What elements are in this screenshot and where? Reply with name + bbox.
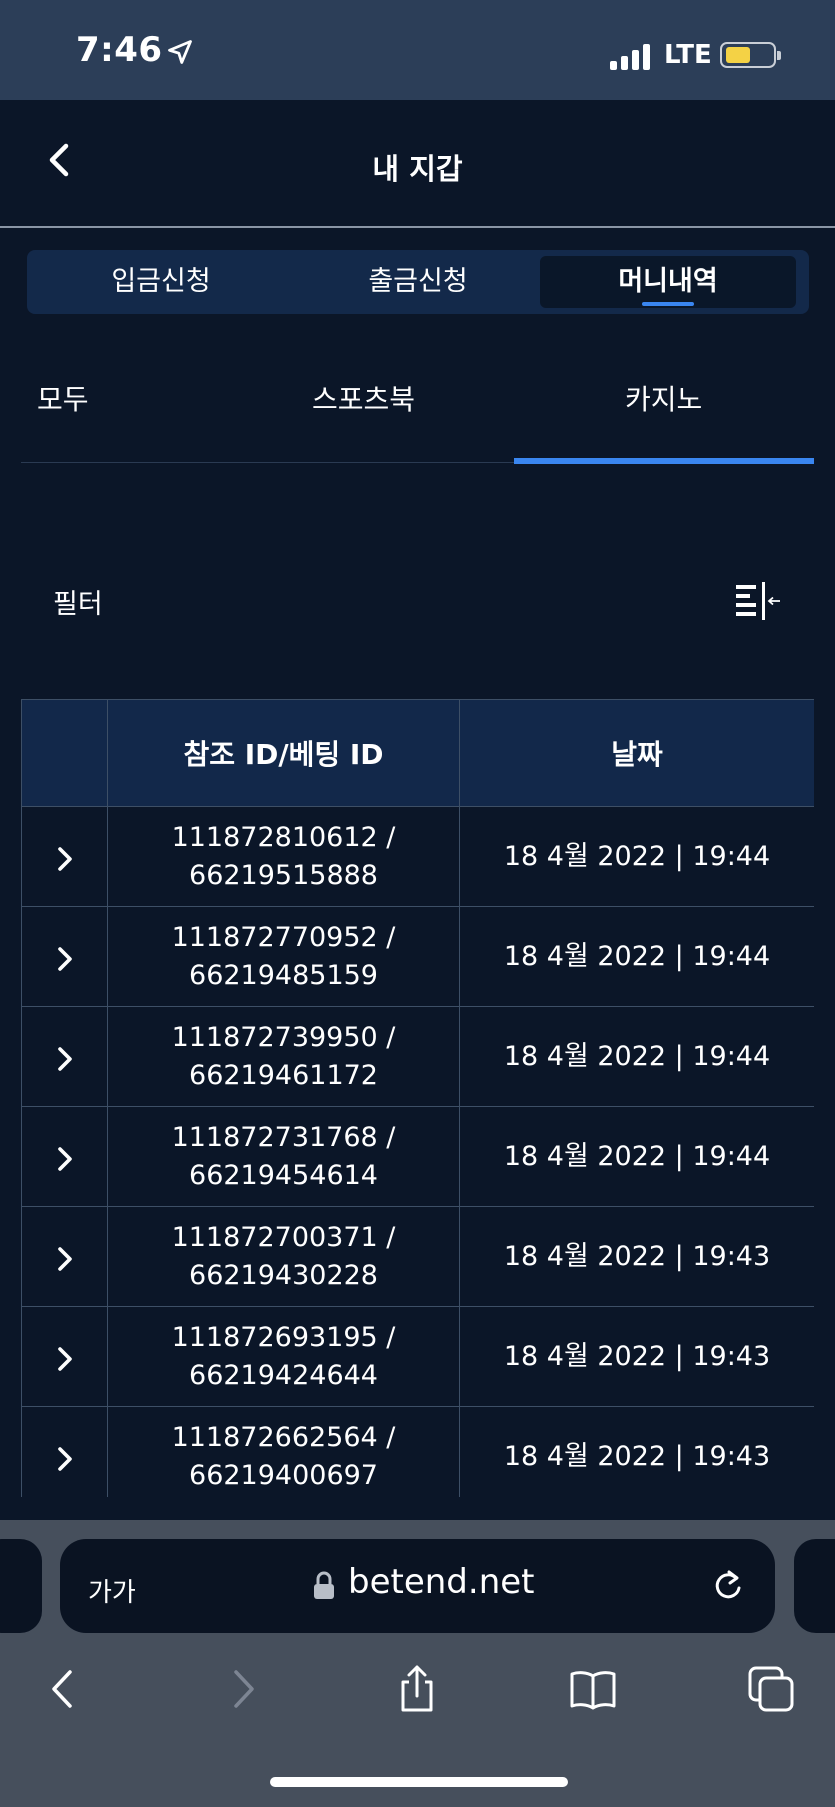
tab-label: 출금신청 <box>368 266 468 297</box>
ref-bet-id-cell: 111872739950 / 66219461172 <box>107 1006 460 1107</box>
ref-bet-id-cell: 111872700371 / 66219430228 <box>107 1206 460 1307</box>
signal-icon <box>610 42 654 70</box>
header-date: 날짜 <box>459 699 814 807</box>
header-divider <box>0 226 835 228</box>
page-title: 내 지갑 <box>372 152 463 186</box>
ref-id: 111872810612 / <box>171 821 396 853</box>
date-cell: 18 4월 2022 | 19:44 <box>459 806 814 907</box>
bet-id: 66219461172 <box>189 1059 378 1091</box>
subtab-sportsbook[interactable]: 스포츠북 <box>312 370 415 462</box>
expand-cell[interactable] <box>21 1206 108 1307</box>
subtab-all[interactable]: 모두 <box>37 370 89 462</box>
share-icon[interactable] <box>392 1664 442 1714</box>
filter-collapse-icon[interactable] <box>734 582 784 622</box>
date-cell: 18 4월 2022 | 19:43 <box>459 1206 814 1307</box>
wallet-segment-control: 입금신청 출금신청 머니내역 <box>27 250 809 314</box>
header-ref-bet-id: 참조 ID/베팅 ID <box>107 699 460 807</box>
table-row[interactable]: 111872662564 / 66219400697 18 4월 2022 | 1… <box>21 1406 814 1497</box>
expand-cell[interactable] <box>21 1406 108 1497</box>
active-subtab-indicator <box>514 458 814 464</box>
category-tabs: 모두 스포츠북 카지노 <box>21 370 814 464</box>
bet-id: 66219485159 <box>189 959 378 991</box>
ref-id: 111872693195 / <box>171 1321 396 1353</box>
table-row[interactable]: 111872739950 / 66219461172 18 4월 2022 | 1… <box>21 1006 814 1107</box>
chevron-right-icon[interactable] <box>52 843 78 875</box>
subtab-casino[interactable]: 카지노 <box>625 370 702 462</box>
expand-cell[interactable] <box>21 1106 108 1207</box>
ref-bet-id-cell: 111872810612 / 66219515888 <box>107 806 460 907</box>
tabs-icon[interactable] <box>746 1664 796 1714</box>
battery-icon <box>720 42 781 68</box>
active-tab-indicator <box>642 302 694 306</box>
ref-id: 111872731768 / <box>171 1121 396 1153</box>
bet-id: 66219515888 <box>189 859 378 891</box>
location-arrow-icon <box>168 40 192 64</box>
table-row[interactable]: 111872810612 / 66219515888 18 4월 2022 | 1… <box>21 806 814 907</box>
ref-id: 111872770952 / <box>171 921 396 953</box>
chevron-right-icon[interactable] <box>52 1343 78 1375</box>
tab-deposit-request[interactable]: 입금신청 <box>33 256 289 308</box>
date-cell: 18 4월 2022 | 19:44 <box>459 1106 814 1207</box>
date-cell: 18 4월 2022 | 19:43 <box>459 1406 814 1497</box>
table-header-row: 참조 ID/베팅 ID 날짜 <box>21 699 814 807</box>
expand-cell[interactable] <box>21 806 108 907</box>
ref-bet-id-cell: 111872693195 / 66219424644 <box>107 1306 460 1407</box>
url-domain[interactable]: betend.net <box>348 1562 535 1602</box>
ref-id: 111872700371 / <box>171 1221 396 1253</box>
ref-bet-id-cell: 111872770952 / 66219485159 <box>107 906 460 1007</box>
bet-id: 66219454614 <box>189 1159 378 1191</box>
filter-label: 필터 <box>53 589 103 620</box>
ref-bet-id-cell: 111872662564 / 66219400697 <box>107 1406 460 1497</box>
home-indicator <box>270 1777 568 1787</box>
status-bar: 7:46 LTE <box>0 0 835 100</box>
expand-cell[interactable] <box>21 906 108 1007</box>
network-type: LTE <box>664 40 712 70</box>
bet-id: 66219400697 <box>189 1459 378 1491</box>
transaction-table: 참조 ID/베팅 ID 날짜 111872810612 / 66219515888… <box>21 699 814 1497</box>
chevron-right-icon[interactable] <box>52 943 78 975</box>
ref-id: 111872739950 / <box>171 1021 396 1053</box>
bookmarks-icon[interactable] <box>568 1664 618 1714</box>
lock-icon <box>314 1571 334 1599</box>
browser-back-icon[interactable] <box>38 1664 88 1714</box>
date-cell: 18 4월 2022 | 19:44 <box>459 906 814 1007</box>
tab-label: 머니내역 <box>618 266 718 297</box>
date-cell: 18 4월 2022 | 19:43 <box>459 1306 814 1407</box>
expand-cell[interactable] <box>21 1306 108 1407</box>
date-cell: 18 4월 2022 | 19:44 <box>459 1006 814 1107</box>
tab-label: 입금신청 <box>111 266 211 297</box>
expand-cell[interactable] <box>21 1006 108 1107</box>
ref-bet-id-cell: 111872731768 / 66219454614 <box>107 1106 460 1207</box>
tab-withdraw-request[interactable]: 출금신청 <box>290 256 546 308</box>
table-row[interactable]: 111872770952 / 66219485159 18 4월 2022 | 1… <box>21 906 814 1007</box>
table-row[interactable]: 111872693195 / 66219424644 18 4월 2022 | 1… <box>21 1306 814 1407</box>
header-expand <box>21 699 108 807</box>
bet-id: 66219430228 <box>189 1259 378 1291</box>
previous-tab-preview[interactable] <box>0 1539 42 1633</box>
table-row[interactable]: 111872731768 / 66219454614 18 4월 2022 | 1… <box>21 1106 814 1207</box>
reload-icon[interactable] <box>710 1568 746 1604</box>
chevron-right-icon[interactable] <box>52 1143 78 1175</box>
ref-id: 111872662564 / <box>171 1421 396 1453</box>
browser-forward-icon[interactable] <box>218 1664 268 1714</box>
next-tab-preview[interactable] <box>794 1539 835 1633</box>
tab-money-history[interactable]: 머니내역 <box>540 256 796 308</box>
chevron-right-icon[interactable] <box>52 1243 78 1275</box>
status-time: 7:46 <box>76 30 163 70</box>
chevron-right-icon[interactable] <box>52 1443 78 1475</box>
table-row[interactable]: 111872700371 / 66219430228 18 4월 2022 | 1… <box>21 1206 814 1307</box>
bet-id: 66219424644 <box>189 1359 378 1391</box>
text-size-button[interactable]: 가가 <box>88 1572 136 1609</box>
chevron-right-icon[interactable] <box>52 1043 78 1075</box>
